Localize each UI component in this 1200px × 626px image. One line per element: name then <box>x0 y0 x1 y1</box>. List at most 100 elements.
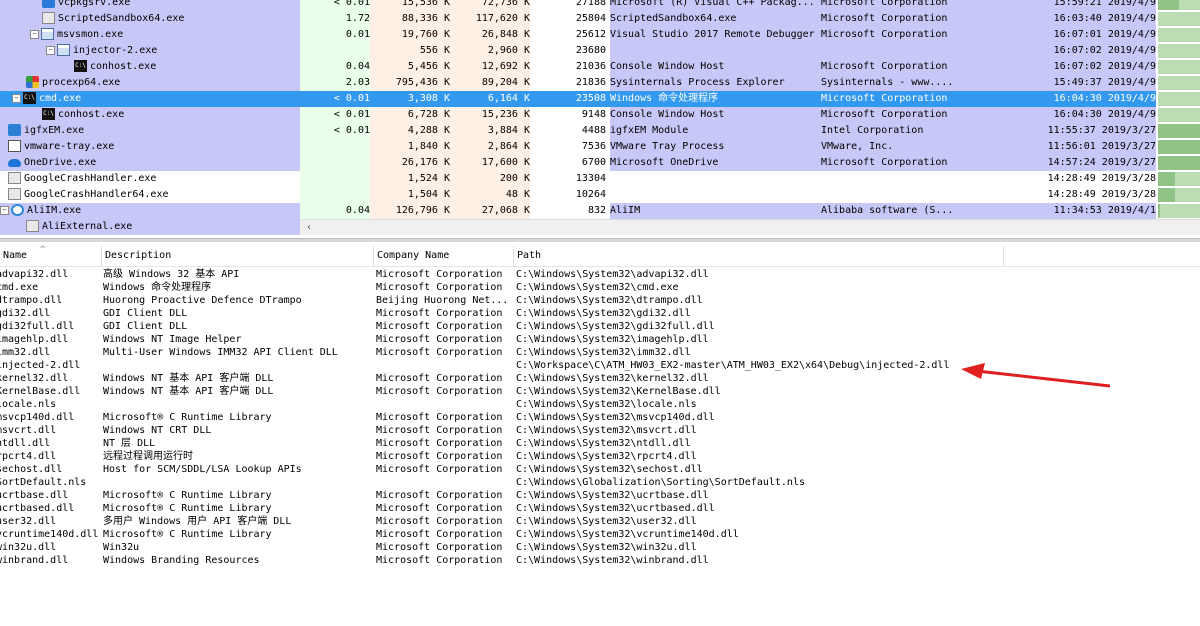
dll-row[interactable]: ntdll.dll NT 层 DLL Microsoft Corporation C:… <box>0 437 1200 450</box>
process-name-cell[interactable]: GoogleCrashHandler64.exe <box>0 187 300 203</box>
collapse-toggle[interactable]: − <box>0 205 9 215</box>
dll-name: kernel32.dll <box>0 373 69 384</box>
process-row[interactable]: igfxEM.exe < 0.01 4,288 K 3,884 K 4488 igfxEM… <box>0 123 1200 139</box>
dll-row[interactable]: sechost.dll Host for SCM/SDDL/LSA Lookup … <box>0 463 1200 476</box>
column-header-company-label: Company Name <box>377 250 450 261</box>
process-cpu-cell <box>300 187 370 203</box>
process-company-cell: Sysinternals - www.... <box>821 77 954 88</box>
process-name-cell[interactable]: C:\ conhost.exe <box>0 59 300 75</box>
process-desc-cell <box>610 187 816 203</box>
process-working-cell: 26,848 K <box>481 29 530 40</box>
dll-company: Microsoft Corporation <box>376 386 503 397</box>
dll-path: C:\Windows\System32\win32u.dll <box>516 542 697 553</box>
column-header-company[interactable]: Company Name <box>374 246 514 266</box>
process-desc-cell: Microsoft (R) Visual C++ Packag... <box>610 0 815 8</box>
dll-row[interactable]: vcruntime140d.dll Microsoft® C Runtime Li… <box>0 528 1200 541</box>
collapse-toggle[interactable]: − <box>12 93 21 103</box>
process-name-cell[interactable]: AliExternal.exe <box>0 219 300 235</box>
dll-row[interactable]: imm32.dll Multi-User Windows IMM32 API Cl… <box>0 346 1200 359</box>
process-name: GoogleCrashHandler64.exe <box>24 189 169 200</box>
process-row[interactable]: procexp64.exe 2.03 795,436 K 89,204 K 21836 S… <box>0 75 1200 91</box>
column-header-name[interactable]: ^ Name <box>0 245 102 266</box>
process-name-cell[interactable]: ScriptedSandbox64.exe <box>0 11 300 27</box>
process-name-cell[interactable]: OneDrive.exe <box>0 155 300 171</box>
process-name-cell[interactable]: C:\ conhost.exe <box>0 107 300 123</box>
process-name-cell[interactable]: vcpkgsrv.exe <box>0 0 300 11</box>
process-row[interactable]: − C:\ cmd.exe < 0.01 3,308 K 6,164 K 23508 Wind… <box>0 91 1200 107</box>
dll-name: winbrand.dll <box>0 555 69 566</box>
dll-list-pane[interactable]: ^ Name Description Company Name Path adv… <box>0 242 1200 626</box>
dll-row[interactable]: gdi32full.dll GDI Client DLL Microsoft Cor… <box>0 320 1200 333</box>
process-name-cell[interactable]: − injector-2.exe <box>0 43 300 59</box>
dll-description: Win32u <box>103 542 140 553</box>
dll-path: C:\Windows\System32\rpcrt4.dll <box>516 451 697 462</box>
process-name-cell[interactable]: procexp64.exe <box>0 75 300 91</box>
dll-path: C:\Windows\System32\msvcp140d.dll <box>516 412 715 423</box>
process-row[interactable]: vmware-tray.exe 1,840 K 2,864 K 7536 VMware … <box>0 139 1200 155</box>
dll-row[interactable]: ucrtbased.dll Microsoft® C Runtime Librar… <box>0 502 1200 515</box>
process-desc-cell: ScriptedSandbox64.exe <box>610 13 737 24</box>
scroll-left-icon[interactable]: ‹ <box>302 221 316 235</box>
dll-row[interactable]: dtrampo.dll Huorong Proactive Defence DTr… <box>0 294 1200 307</box>
collapse-toggle[interactable]: − <box>30 29 39 39</box>
process-row[interactable]: GoogleCrashHandler64.exe 1,504 K 48 K 10264… <box>0 187 1200 203</box>
process-name-cell[interactable]: vmware-tray.exe <box>0 139 300 155</box>
dll-name: imagehlp.dll <box>0 334 69 345</box>
dll-company: Microsoft Corporation <box>376 373 503 384</box>
process-desc-cell: Microsoft OneDrive <box>610 157 719 168</box>
dll-row[interactable]: msvcp140d.dll Microsoft® C Runtime Librar… <box>0 411 1200 424</box>
process-name: igfxEM.exe <box>24 125 85 136</box>
cpu-history-fill <box>1158 140 1200 154</box>
collapse-toggle[interactable]: − <box>46 45 55 55</box>
dll-row[interactable]: user32.dll 多用户 Windows 用户 API 客户端 DLL Micr… <box>0 515 1200 528</box>
process-time-cell: 16:04:30 2019/4/9 <box>1053 109 1156 120</box>
process-row[interactable]: GoogleCrashHandler.exe 1,524 K 200 K 13304 1… <box>0 171 1200 187</box>
process-name-cell[interactable]: GoogleCrashHandler.exe <box>0 171 300 187</box>
dll-list-header: ^ Name Description Company Name Path <box>0 245 1200 267</box>
process-name: injector-2.exe <box>73 45 158 56</box>
dll-row[interactable]: msvcrt.dll Windows NT CRT DLL Microsoft Co… <box>0 424 1200 437</box>
dll-row[interactable]: imagehlp.dll Windows NT Image Helper Micro… <box>0 333 1200 346</box>
process-row[interactable]: − AliIM.exe 0.04 126,796 K 27,068 K 832 AliIM A… <box>0 203 1200 219</box>
dll-row[interactable]: SortDefault.nls C:\Windows\Globalization\… <box>0 476 1200 489</box>
horizontal-scrollbar[interactable]: ‹ <box>300 219 1200 235</box>
dll-name: locale.nls <box>0 399 57 410</box>
process-working-cell: 48 K <box>505 189 530 200</box>
process-name-cell[interactable]: − AliIM.exe <box>0 203 300 219</box>
process-company-cell: Microsoft Corporation <box>821 0 948 8</box>
process-cpu-cell <box>300 171 370 187</box>
app-icon <box>42 12 55 24</box>
dll-row[interactable]: gdi32.dll GDI Client DLL Microsoft Corpora… <box>0 307 1200 320</box>
dll-name: dtrampo.dll <box>0 295 63 306</box>
dll-name: ntdll.dll <box>0 438 51 449</box>
process-name-cell[interactable]: − C:\ cmd.exe <box>0 91 300 107</box>
dll-name: gdi32.dll <box>0 308 51 319</box>
dll-row[interactable]: win32u.dll Win32u Microsoft Corporation C:\… <box>0 541 1200 554</box>
column-header-description[interactable]: Description <box>102 246 374 266</box>
dll-row[interactable]: cmd.exe Windows 命令处理程序 Microsoft Corporati… <box>0 281 1200 294</box>
process-row[interactable]: OneDrive.exe 26,176 K 17,600 K 6700 Microsof… <box>0 155 1200 171</box>
dll-description: Windows NT Image Helper <box>103 334 242 345</box>
process-tree-pane[interactable]: vcpkgsrv.exe < 0.01 15,536 K 72,736 K 27188 M… <box>0 0 1200 235</box>
process-row[interactable]: ScriptedSandbox64.exe 1.72 88,336 K 117,620… <box>0 11 1200 27</box>
dll-row[interactable]: advapi32.dll 高级 Windows 32 基本 API Microsof… <box>0 268 1200 281</box>
dll-company: Microsoft Corporation <box>376 451 503 462</box>
process-desc-cell: igfxEM Module <box>610 125 689 136</box>
dll-row[interactable]: ucrtbase.dll Microsoft® C Runtime Library… <box>0 489 1200 502</box>
process-row[interactable]: − msvsmon.exe 0.01 19,760 K 26,848 K 25612 Vis… <box>0 27 1200 43</box>
dll-row[interactable]: winbrand.dll Windows Branding Resources Mi… <box>0 554 1200 567</box>
process-row[interactable]: C:\ conhost.exe < 0.01 6,728 K 15,236 K 9148 C… <box>0 107 1200 123</box>
process-pid-cell: 21036 <box>575 61 606 72</box>
process-row[interactable]: vcpkgsrv.exe < 0.01 15,536 K 72,736 K 27188 M… <box>0 0 1200 11</box>
process-row[interactable]: C:\ conhost.exe 0.04 5,456 K 12,692 K 21036 Co… <box>0 59 1200 75</box>
process-name-cell[interactable]: − msvsmon.exe <box>0 27 300 43</box>
cpu-history-bar <box>1158 0 1200 10</box>
process-name: cmd.exe <box>39 93 82 104</box>
process-row[interactable]: − injector-2.exe 556 K 2,960 K 23680 16:07:02… <box>0 43 1200 59</box>
cmd-icon: C:\ <box>42 108 55 120</box>
ali-icon <box>11 204 24 216</box>
column-header-path[interactable]: Path <box>514 246 1004 266</box>
dll-row[interactable]: rpcrt4.dll 远程过程调用运行时 Microsoft Corporation… <box>0 450 1200 463</box>
process-name-cell[interactable]: igfxEM.exe <box>0 123 300 139</box>
window-icon <box>41 28 54 40</box>
